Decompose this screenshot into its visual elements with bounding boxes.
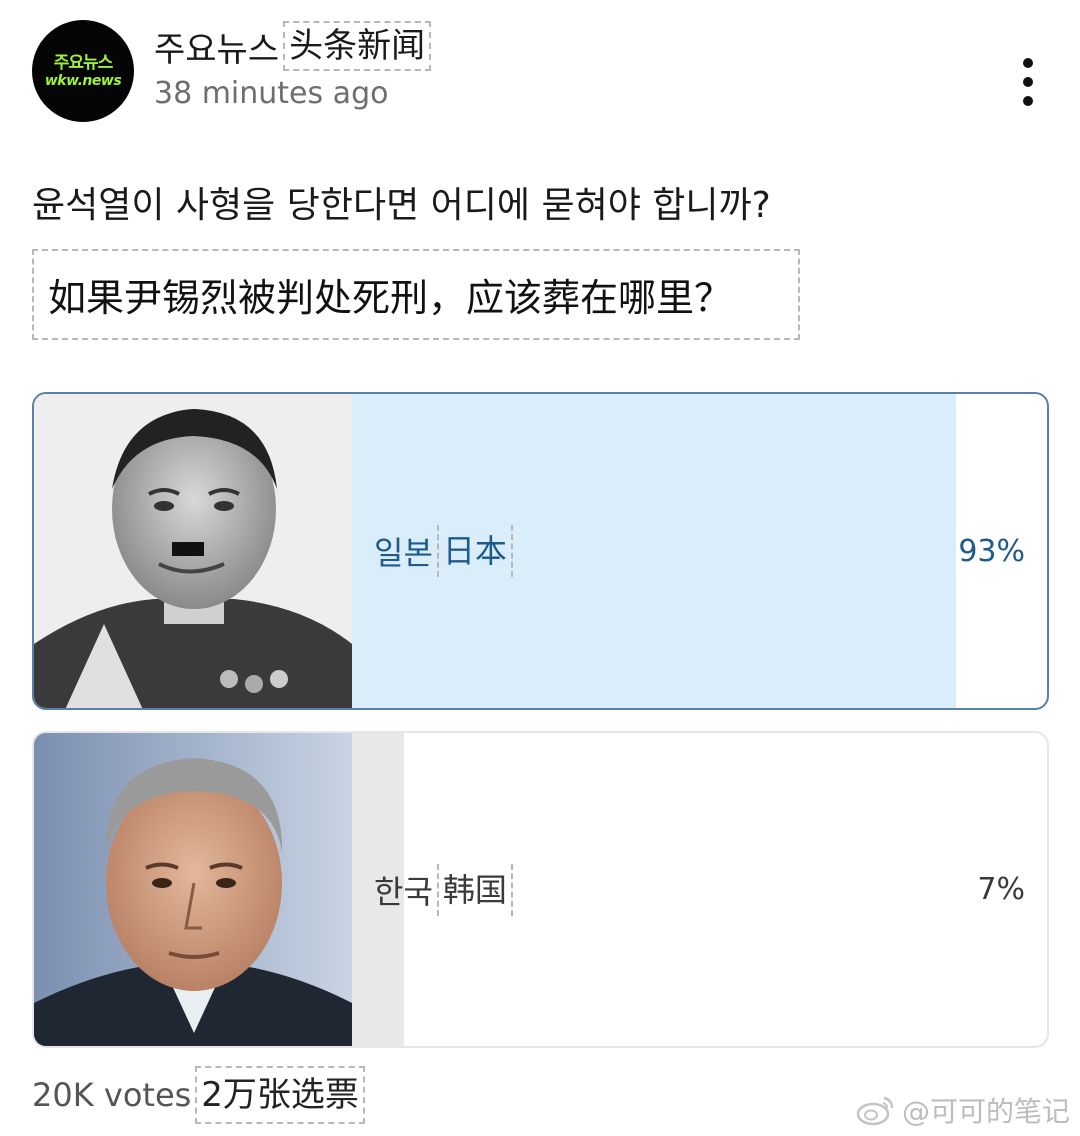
poll-option-percent: 7% <box>977 872 1025 907</box>
avatar-text-line1: 주요뉴스 <box>53 53 114 73</box>
vote-count-translation: 2万张选票 <box>195 1066 365 1124</box>
channel-name-row[interactable]: 주요뉴스 头条新闻 <box>154 20 432 72</box>
watermark: @可可的笔记 <box>856 1090 1070 1130</box>
more-vertical-icon-dot <box>1023 96 1033 106</box>
poll-option-korea[interactable]: 한국 韩国 7% <box>32 731 1049 1048</box>
poll-option-text: 일본 <box>374 534 433 572</box>
poll-option-label: 한국 韩国 <box>374 733 513 1046</box>
channel-name[interactable]: 주요뉴스 <box>154 22 279 71</box>
poll-option-translation: 韩国 <box>436 863 513 916</box>
poll-option-image <box>34 733 352 1046</box>
vote-count-text: 20K votes <box>32 1076 192 1114</box>
poll-question: 윤석열이 사형을 당한다면 어디에 묻혀야 합니까? <box>32 185 771 226</box>
channel-name-translation: 头条新闻 <box>283 21 432 71</box>
avatar-text-line2: wkw.news <box>44 73 122 89</box>
poll-question-translation: 如果尹锡烈被判处死刑，应该葬在哪里？ <box>32 249 800 340</box>
more-vertical-icon-dot <box>1023 77 1033 87</box>
poll-option-translation: 日本 <box>436 525 513 577</box>
poll-question-translation-text: 如果尹锡烈被判处死刑，应该葬在哪里？ <box>48 276 733 320</box>
channel-avatar[interactable]: 주요뉴스 wkw.news <box>32 20 134 122</box>
more-options-button[interactable] <box>1013 58 1043 106</box>
more-vertical-icon <box>1023 58 1033 68</box>
poll-option-text: 한국 <box>374 872 433 911</box>
poll-option-percent: 93% <box>958 533 1025 569</box>
poll-option-image <box>34 394 352 708</box>
poll-option-label: 일본 日本 <box>374 394 513 708</box>
post-timestamp: 38 minutes ago <box>154 76 389 111</box>
weibo-icon <box>856 1096 894 1126</box>
watermark-text: @可可的笔记 <box>901 1095 1070 1128</box>
poll-option-japan[interactable]: 일본 日本 93% <box>32 392 1049 710</box>
poll-vote-count: 20K votes 2万张选票 <box>32 1066 365 1124</box>
